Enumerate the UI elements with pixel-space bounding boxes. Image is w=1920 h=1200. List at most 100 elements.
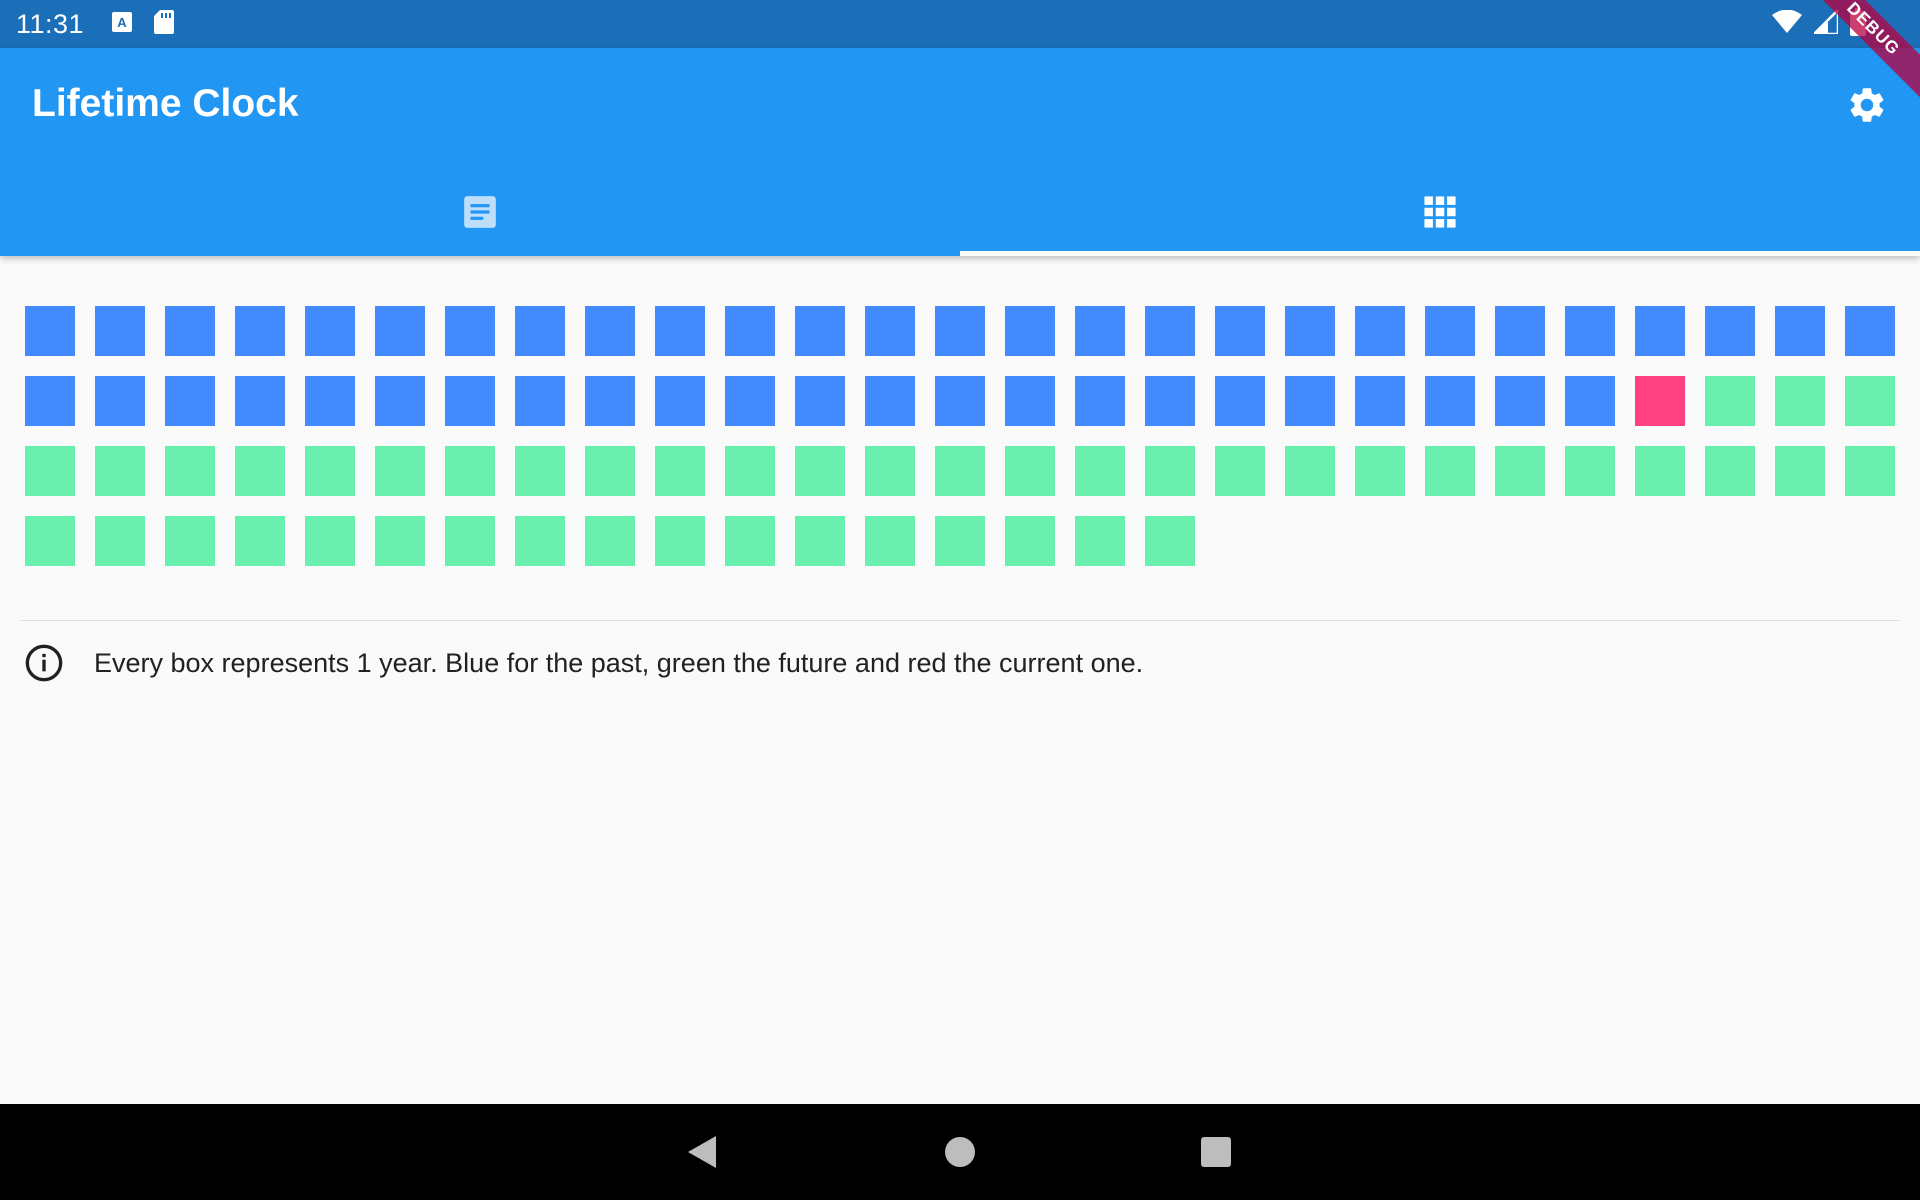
year-box-past (585, 376, 635, 426)
year-box-future (515, 516, 565, 566)
accessibility-icon: A (112, 11, 133, 37)
year-box-past (515, 376, 565, 426)
year-box-future (1705, 376, 1755, 426)
year-box-past (1285, 306, 1335, 356)
year-box-past (1495, 306, 1545, 356)
year-box-future (935, 516, 985, 566)
notification-icons: A (112, 9, 175, 39)
year-box-future (1845, 446, 1895, 496)
info-row: Every box represents 1 year. Blue for th… (24, 643, 1143, 683)
year-box-future (25, 516, 75, 566)
year-box-future (865, 446, 915, 496)
gear-icon (1850, 88, 1884, 122)
year-box-future (1145, 446, 1195, 496)
year-box-past (165, 306, 215, 356)
year-box-past (515, 306, 565, 356)
year-box-future (375, 446, 425, 496)
year-box-past (1775, 306, 1825, 356)
year-box-past (1565, 306, 1615, 356)
year-box-future (1565, 446, 1615, 496)
tab-bar (0, 168, 1920, 256)
year-box-future (515, 446, 565, 496)
year-box-future (1215, 446, 1265, 496)
year-box-future (1075, 446, 1125, 496)
year-box-past (25, 376, 75, 426)
grid-icon (1424, 196, 1456, 228)
wifi-icon (1772, 9, 1802, 39)
recents-icon (1201, 1137, 1231, 1167)
tab-indicator (960, 251, 1920, 256)
year-box-future (1635, 446, 1685, 496)
year-box-future (445, 516, 495, 566)
year-box-past (1565, 376, 1615, 426)
app-bar: Lifetime Clock (0, 48, 1920, 256)
year-box-past (865, 306, 915, 356)
app-title: Lifetime Clock (32, 82, 299, 125)
year-box-past (165, 376, 215, 426)
year-box-future (795, 446, 845, 496)
year-box-future (95, 516, 145, 566)
year-box-past (445, 306, 495, 356)
year-box-future (1495, 446, 1545, 496)
year-box-future (725, 516, 775, 566)
year-box-future (655, 446, 705, 496)
year-box-past (1145, 376, 1195, 426)
status-bar: 11:31 A (0, 0, 1920, 48)
info-text: Every box represents 1 year. Blue for th… (94, 647, 1144, 678)
year-box-past (235, 306, 285, 356)
year-box-future (935, 446, 985, 496)
year-box-past (725, 306, 775, 356)
recents-button[interactable] (1196, 1132, 1236, 1172)
year-box-past (725, 376, 775, 426)
year-box-past (1075, 376, 1125, 426)
year-box-past (445, 376, 495, 426)
divider (20, 620, 1900, 621)
home-button[interactable] (940, 1132, 980, 1172)
back-button[interactable] (682, 1132, 722, 1172)
signal-icon (1810, 6, 1840, 39)
year-box-past (1215, 306, 1265, 356)
year-box-future (375, 516, 425, 566)
year-box-past (585, 306, 635, 356)
year-box-past (1075, 306, 1125, 356)
year-box-future (865, 516, 915, 566)
year-box-future (95, 446, 145, 496)
year-box-past (1355, 306, 1405, 356)
year-box-future (1775, 376, 1825, 426)
year-box-future (725, 446, 775, 496)
year-box-past (1495, 376, 1545, 426)
year-box-past (235, 376, 285, 426)
year-box-future (235, 446, 285, 496)
year-box-future (795, 516, 845, 566)
year-box-past (25, 306, 75, 356)
year-box-future (1355, 446, 1405, 496)
life-grid (25, 306, 1895, 566)
year-box-current (1635, 376, 1685, 426)
year-box-past (95, 306, 145, 356)
tab-grid[interactable] (960, 168, 1920, 256)
svg-text:A: A (117, 15, 127, 30)
year-box-future (1425, 446, 1475, 496)
year-box-past (1285, 376, 1335, 426)
year-box-past (655, 376, 705, 426)
year-box-future (585, 516, 635, 566)
year-box-future (165, 446, 215, 496)
year-box-past (1425, 306, 1475, 356)
year-box-future (305, 516, 355, 566)
year-box-future (1285, 446, 1335, 496)
tab-summary[interactable] (0, 168, 960, 256)
sd-card-icon (154, 9, 175, 39)
settings-button[interactable] (1842, 80, 1892, 130)
home-icon (945, 1137, 975, 1167)
year-box-past (305, 306, 355, 356)
article-icon (464, 196, 496, 228)
year-box-future (1845, 376, 1895, 426)
year-box-future (1705, 446, 1755, 496)
year-box-past (375, 376, 425, 426)
year-box-past (935, 306, 985, 356)
info-icon (25, 644, 63, 682)
nav-bar (0, 1104, 1920, 1200)
year-box-past (1845, 306, 1895, 356)
year-box-past (865, 376, 915, 426)
year-box-future (445, 446, 495, 496)
